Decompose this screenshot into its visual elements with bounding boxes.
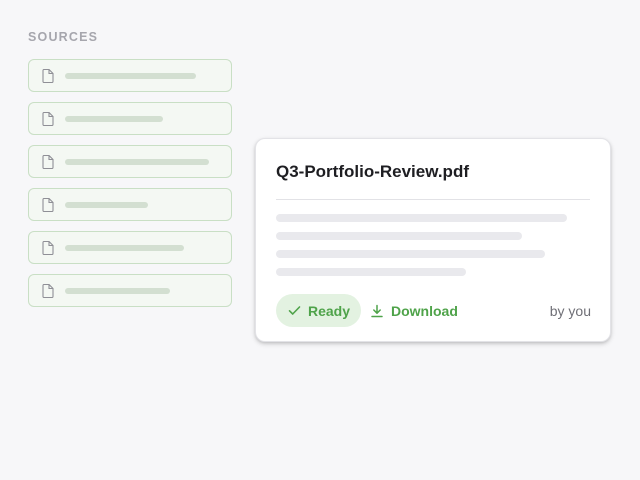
file-card: Q3-Portfolio-Review.pdf Ready Download b… [255,138,611,342]
download-label: Download [391,302,458,319]
download-button[interactable]: Download [370,294,458,327]
source-item[interactable] [28,102,232,135]
download-icon [371,304,383,317]
file-title: Q3-Portfolio-Review.pdf [276,162,469,181]
preview-line [276,232,522,240]
source-item[interactable] [28,274,232,307]
card-divider [276,199,590,200]
file-icon [42,68,54,83]
source-placeholder-line [65,72,196,79]
source-item[interactable] [28,145,232,178]
source-item[interactable] [28,188,232,221]
preview-line [276,250,545,258]
source-list [28,59,232,317]
preview-line [276,268,466,276]
source-placeholder-line [65,244,184,251]
source-placeholder-line [65,158,209,165]
status-badge: Ready [276,294,362,327]
file-icon [42,240,54,255]
source-item[interactable] [28,231,232,264]
source-placeholder-line [65,201,148,208]
file-icon [42,197,54,212]
status-label: Ready [308,302,351,319]
preview-line [276,214,567,222]
sources-heading: SOURCES [28,30,99,44]
check-icon [288,306,301,315]
file-icon [42,111,54,126]
byline: by you [549,302,591,319]
file-icon [42,283,54,298]
source-item[interactable] [28,59,232,92]
source-placeholder-line [65,287,170,294]
file-icon [42,154,54,169]
source-placeholder-line [65,115,163,122]
